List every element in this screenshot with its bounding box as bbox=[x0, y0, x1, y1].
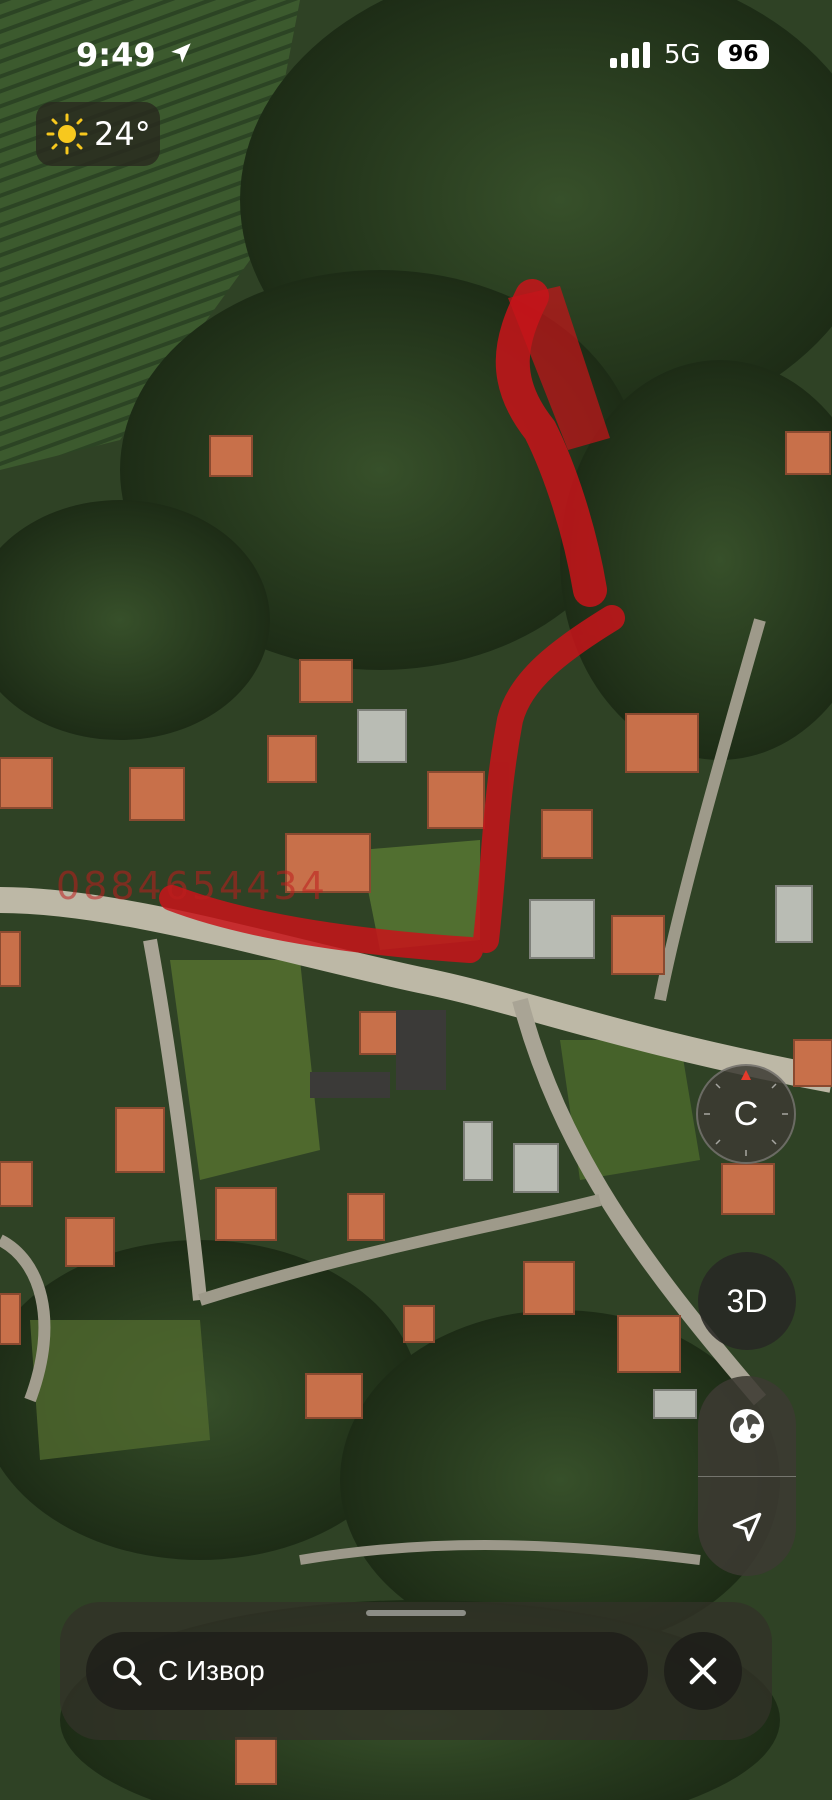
search-icon bbox=[113, 1657, 142, 1686]
map-overlay-phone-number: 0884654434 bbox=[56, 864, 328, 908]
compass-button[interactable]: C bbox=[696, 1064, 796, 1164]
map-controls bbox=[698, 1376, 796, 1576]
3d-view-button[interactable]: 3D bbox=[698, 1252, 796, 1350]
location-services-icon bbox=[171, 43, 191, 63]
location-arrow-icon bbox=[732, 1512, 762, 1542]
map-style-button[interactable] bbox=[698, 1376, 796, 1476]
weather-chip[interactable]: 24° bbox=[36, 102, 160, 166]
search-query[interactable]: С Извор bbox=[158, 1655, 265, 1687]
temperature: 24° bbox=[94, 115, 151, 153]
cellular-signal-icon bbox=[610, 42, 650, 68]
search-sheet: С Извор bbox=[60, 1602, 772, 1740]
battery-indicator: 96 bbox=[718, 40, 769, 69]
current-location-button[interactable] bbox=[698, 1477, 796, 1576]
sun-icon bbox=[46, 113, 88, 155]
sheet-grabber[interactable] bbox=[366, 1610, 466, 1616]
status-bar: 9:49 5G 96 bbox=[0, 0, 832, 100]
search-field[interactable]: С Извор bbox=[86, 1632, 648, 1710]
3d-view-label: 3D bbox=[726, 1282, 768, 1319]
network-type: 5G bbox=[664, 40, 701, 70]
globe-icon bbox=[730, 1409, 764, 1443]
status-time: 9:49 bbox=[76, 36, 156, 74]
close-icon bbox=[689, 1657, 717, 1685]
compass-label: C bbox=[733, 1094, 759, 1133]
clear-search-button[interactable] bbox=[664, 1632, 742, 1710]
